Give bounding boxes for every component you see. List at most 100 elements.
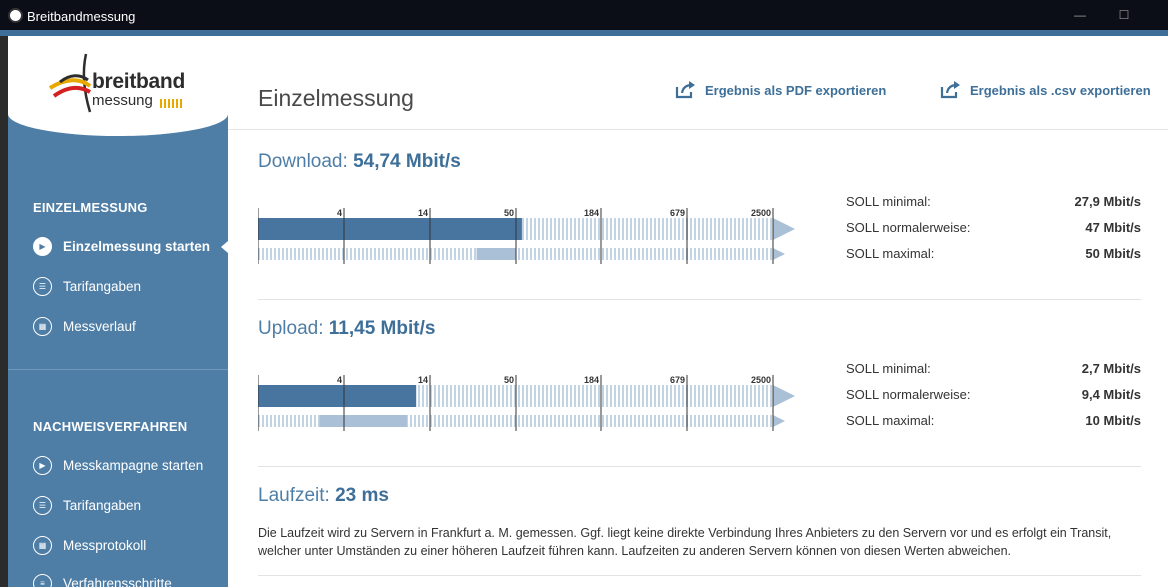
scale-stripe — [634, 385, 636, 407]
soll-max-value: 10 Mbit/s — [1085, 413, 1141, 428]
scale-stripe — [590, 415, 592, 427]
soll-min-row: SOLL minimal: 2,7 Mbit/s — [846, 361, 1141, 387]
scale-stripe — [654, 218, 656, 240]
scale-stripe — [746, 248, 748, 260]
scale-stripe — [398, 248, 400, 260]
logo-bars-icon — [160, 95, 188, 108]
window-title: Breitbandmessung — [27, 9, 136, 24]
sidebar-item-messverlauf[interactable]: ▦ Messverlauf — [33, 314, 228, 338]
scale-stripe — [738, 218, 740, 240]
soll-min-label: SOLL minimal: — [846, 361, 931, 376]
scale-stripe — [526, 248, 528, 260]
download-label: Download: — [258, 151, 348, 172]
scale-stripe — [746, 415, 748, 427]
export-csv-button[interactable]: Ergebnis als .csv exportieren — [940, 81, 1151, 99]
scale-stripe — [702, 218, 704, 240]
scale-stripe — [582, 415, 584, 427]
scale-stripe — [638, 415, 640, 427]
export-pdf-button[interactable]: Ergebnis als PDF exportieren — [675, 81, 886, 99]
scale-stripe — [442, 415, 444, 427]
scale-stripe — [602, 248, 604, 260]
scale-stripe — [422, 248, 424, 260]
sidebar-item-einzelmessung-starten[interactable]: ▶ Einzelmessung starten — [33, 234, 228, 258]
scale-stripe — [654, 415, 656, 427]
scale-stripe — [494, 385, 496, 407]
scale-stripe — [754, 218, 756, 240]
scale-stripe — [462, 385, 464, 407]
scale-stripe — [562, 415, 564, 427]
speed-scale-svg: 4 14 50 184 679 2500 — [258, 208, 795, 264]
scale-stripe — [506, 415, 508, 427]
scale-stripe — [642, 385, 644, 407]
scale-stripe — [730, 218, 732, 240]
scale-stripe — [710, 218, 712, 240]
scale-stripe — [382, 248, 384, 260]
scale-stripe — [530, 248, 532, 260]
scale-stripe — [626, 385, 628, 407]
latency-label: Laufzeit: — [258, 485, 330, 506]
latency-value: 23 ms — [335, 485, 389, 506]
scale-stripe — [750, 218, 752, 240]
scale-stripe — [598, 218, 600, 240]
scale-stripe — [274, 248, 276, 260]
sidebar-item-tarifangaben[interactable]: ☰ Tarifangaben — [33, 274, 228, 298]
scale-stripe — [726, 248, 728, 260]
sidebar-item-label: Tarifangaben — [63, 278, 142, 294]
scale-stripe — [758, 218, 760, 240]
scale-stripe — [750, 415, 752, 427]
scale-stripe — [534, 248, 536, 260]
scale-stripe — [542, 385, 544, 407]
scale-stripe — [270, 415, 272, 427]
scale-stripe — [722, 218, 724, 240]
scale-stripe — [274, 415, 276, 427]
scale-stripe — [566, 385, 568, 407]
scale-stripe — [770, 385, 772, 407]
scale-stripe — [458, 385, 460, 407]
scale-stripe — [462, 248, 464, 260]
scale-stripe — [402, 248, 404, 260]
scale-stripe — [270, 248, 272, 260]
scale-stripe — [762, 248, 764, 260]
minimize-button[interactable]: — — [1072, 7, 1088, 23]
scale-stripe — [602, 218, 604, 240]
scale-stripe — [646, 248, 648, 260]
sidebar-item-messprotokoll[interactable]: ▦ Messprotokoll — [33, 533, 228, 557]
sidebar-item-verfahrensschritte[interactable]: ≡ Verfahrensschritte — [33, 571, 228, 587]
scale-stripe — [722, 248, 724, 260]
scale-stripe — [638, 385, 640, 407]
scale-stripe — [434, 415, 436, 427]
scale-stripe — [266, 415, 268, 427]
scale-stripe — [462, 415, 464, 427]
maximize-button[interactable]: ☐ — [1116, 7, 1132, 23]
sidebar-item-label: Einzelmessung starten — [63, 238, 211, 254]
soll-norm-row: SOLL normalerweise: 9,4 Mbit/s — [846, 387, 1141, 413]
scale-stripe — [694, 218, 696, 240]
scale-tick-label: 2500 — [751, 208, 771, 218]
soll-min-label: SOLL minimal: — [846, 194, 931, 209]
scale-stripe — [590, 385, 592, 407]
logo-word-messung: messung — [92, 92, 153, 109]
scale-stripe — [446, 415, 448, 427]
section-heading-nachweisverfahren: NACHWEISVERFAHREN — [33, 419, 188, 434]
scale-stripe — [594, 248, 596, 260]
scale-stripe — [630, 248, 632, 260]
scale-stripe — [562, 248, 564, 260]
scale-stripe — [614, 248, 616, 260]
scale-stripe — [666, 248, 668, 260]
scale-stripe — [690, 218, 692, 240]
sidebar-item-tarifangaben-2[interactable]: ☰ Tarifangaben — [33, 493, 228, 517]
scale-stripe — [710, 248, 712, 260]
scale-tick-label: 4 — [337, 375, 342, 385]
scale-stripe — [582, 218, 584, 240]
scale-stripe — [474, 415, 476, 427]
scale-stripe — [766, 385, 768, 407]
sidebar: breitband messung EINZELMESSUNG ▶ Einzel… — [8, 36, 228, 587]
sidebar-item-messkampagne-starten[interactable]: ▶ Messkampagne starten — [33, 453, 228, 477]
window-titlebar: Breitbandmessung — ☐ — [0, 0, 1168, 30]
scale-stripe — [426, 248, 428, 260]
scale-stripe — [630, 218, 632, 240]
scale-stripe — [598, 415, 600, 427]
scale-stripe — [418, 385, 420, 407]
section-divider — [258, 575, 1141, 576]
scale-stripe — [306, 248, 308, 260]
